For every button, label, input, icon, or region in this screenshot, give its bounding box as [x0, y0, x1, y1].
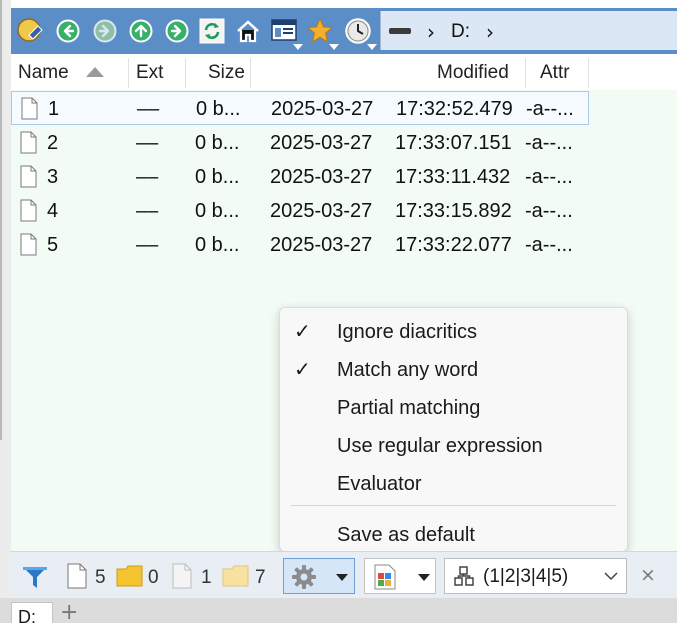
menu-separator [291, 505, 616, 506]
file-attr: -a--... [525, 132, 573, 154]
file-icon [20, 131, 37, 154]
toolbar: › D: › [11, 8, 677, 54]
hidden-folder-count-icon [222, 565, 249, 587]
file-time: 17:33:22.077 [395, 234, 512, 256]
file-attr: -a--... [525, 234, 573, 256]
tab-drive-d[interactable]: D: [11, 602, 53, 627]
file-size: 0 b... [195, 166, 240, 188]
add-tab-icon[interactable]: + [60, 600, 78, 625]
file-ext: –– [136, 200, 159, 222]
filter-pattern-value: (1|2|3|4|5) [483, 566, 569, 587]
menu-item-save-as-default[interactable]: Save as default [280, 515, 627, 553]
file-size: 0 b... [195, 200, 240, 222]
chevron-down-icon [418, 574, 430, 581]
path-separator[interactable]: › [427, 20, 435, 44]
drive-icon [389, 28, 411, 34]
chevron-down-icon[interactable] [604, 571, 618, 581]
close-filter-icon[interactable]: × [640, 564, 656, 586]
file-icon [20, 165, 37, 188]
file-name: 5 [47, 234, 59, 256]
file-count: 5 [95, 567, 106, 588]
file-attr: -a--... [525, 200, 573, 222]
home-icon[interactable] [233, 14, 263, 48]
path-separator[interactable]: › [486, 20, 494, 44]
gear-icon [292, 565, 316, 589]
menu-item-partial-matching[interactable]: Partial matching [280, 388, 627, 426]
hidden-folder-count: 7 [255, 567, 266, 588]
color-filter-button[interactable] [364, 558, 436, 594]
filter-icon[interactable] [22, 564, 48, 590]
file-row[interactable]: 5 –– 0 b... 2025-03-27 17:33:22.077 -a--… [11, 228, 589, 262]
file-row[interactable]: 4 –– 0 b... 2025-03-27 17:33:15.892 -a--… [11, 194, 589, 228]
color-grid-icon [374, 564, 396, 590]
column-header-size[interactable]: Size [208, 54, 245, 90]
sort-ascending-icon [86, 67, 104, 77]
back-icon[interactable] [53, 14, 83, 48]
file-attr: -a--... [526, 98, 574, 120]
file-ext: –– [136, 166, 159, 188]
folder-count: 0 [148, 567, 159, 588]
up-icon[interactable] [126, 14, 156, 48]
file-time: 17:33:15.892 [395, 200, 512, 222]
file-date: 2025-03-27 [270, 200, 373, 222]
address-bar[interactable]: › D: › [380, 11, 677, 50]
go-icon[interactable] [162, 14, 192, 48]
tab-bar: D: + [0, 598, 677, 627]
file-icon [21, 97, 38, 120]
check-icon: ✓ [294, 319, 311, 343]
file-size: 0 b... [195, 132, 240, 154]
layout-icon[interactable] [269, 14, 303, 50]
menu-item-match-any-word[interactable]: ✓ Match any word [280, 350, 627, 388]
menu-item-ignore-diacritics[interactable]: ✓ Ignore diacritics [280, 312, 627, 350]
file-date: 2025-03-27 [270, 166, 373, 188]
hidden-file-count-icon [172, 563, 192, 589]
file-name: 4 [47, 200, 59, 222]
column-header-name[interactable]: Name [18, 54, 69, 90]
search-options-button[interactable] [283, 558, 355, 594]
file-date: 2025-03-27 [270, 234, 373, 256]
file-size: 0 b... [196, 98, 241, 120]
status-bar: 5 0 1 7 (1|2|3|4|5) × [11, 551, 677, 599]
column-header-attr[interactable]: Attr [540, 54, 570, 90]
file-row[interactable]: 2 –– 0 b... 2025-03-27 17:33:07.151 -a--… [11, 126, 589, 160]
menu-item-regular-expression[interactable]: Use regular expression [280, 426, 627, 464]
file-size: 0 b... [195, 234, 240, 256]
file-name: 3 [47, 166, 59, 188]
refresh-icon[interactable] [197, 14, 227, 48]
column-header-modified[interactable]: Modified [437, 54, 509, 90]
left-panel-edge [0, 0, 11, 623]
column-header: Name Ext Size Modified Attr [11, 54, 677, 91]
file-name: 2 [47, 132, 59, 154]
chevron-down-icon [336, 574, 348, 581]
file-time: 17:33:07.151 [395, 132, 512, 154]
file-ext: –– [137, 98, 160, 120]
file-ext: –– [136, 234, 159, 256]
file-icon [20, 199, 37, 222]
file-count-icon [67, 563, 87, 589]
check-icon: ✓ [294, 357, 311, 381]
hidden-file-count: 1 [201, 567, 212, 588]
tree-icon [454, 566, 474, 586]
menu-item-evaluator[interactable]: Evaluator [280, 464, 627, 502]
file-date: 2025-03-27 [270, 132, 373, 154]
file-icon [20, 233, 37, 256]
column-header-ext[interactable]: Ext [136, 54, 163, 90]
path-segment-drive[interactable]: D: [451, 21, 470, 43]
file-attr: -a--... [525, 166, 573, 188]
app-logo-icon[interactable] [15, 14, 45, 48]
favorites-icon[interactable] [305, 14, 339, 50]
history-icon[interactable] [343, 14, 377, 50]
file-row[interactable]: 3 –– 0 b... 2025-03-27 17:33:11.432 -a--… [11, 160, 589, 194]
file-date: 2025-03-27 [271, 98, 374, 120]
folder-count-icon [116, 565, 143, 587]
file-ext: –– [136, 132, 159, 154]
search-options-menu: ✓ Ignore diacritics ✓ Match any word Par… [279, 307, 628, 552]
file-name: 1 [48, 98, 60, 120]
file-row[interactable]: 1 –– 0 b... 2025-03-27 17:32:52.479 -a--… [11, 91, 589, 125]
filter-pattern-combo[interactable]: (1|2|3|4|5) [444, 558, 627, 594]
file-time: 17:32:52.479 [396, 98, 513, 120]
forward-icon [90, 14, 120, 48]
file-time: 17:33:11.432 [395, 166, 511, 188]
